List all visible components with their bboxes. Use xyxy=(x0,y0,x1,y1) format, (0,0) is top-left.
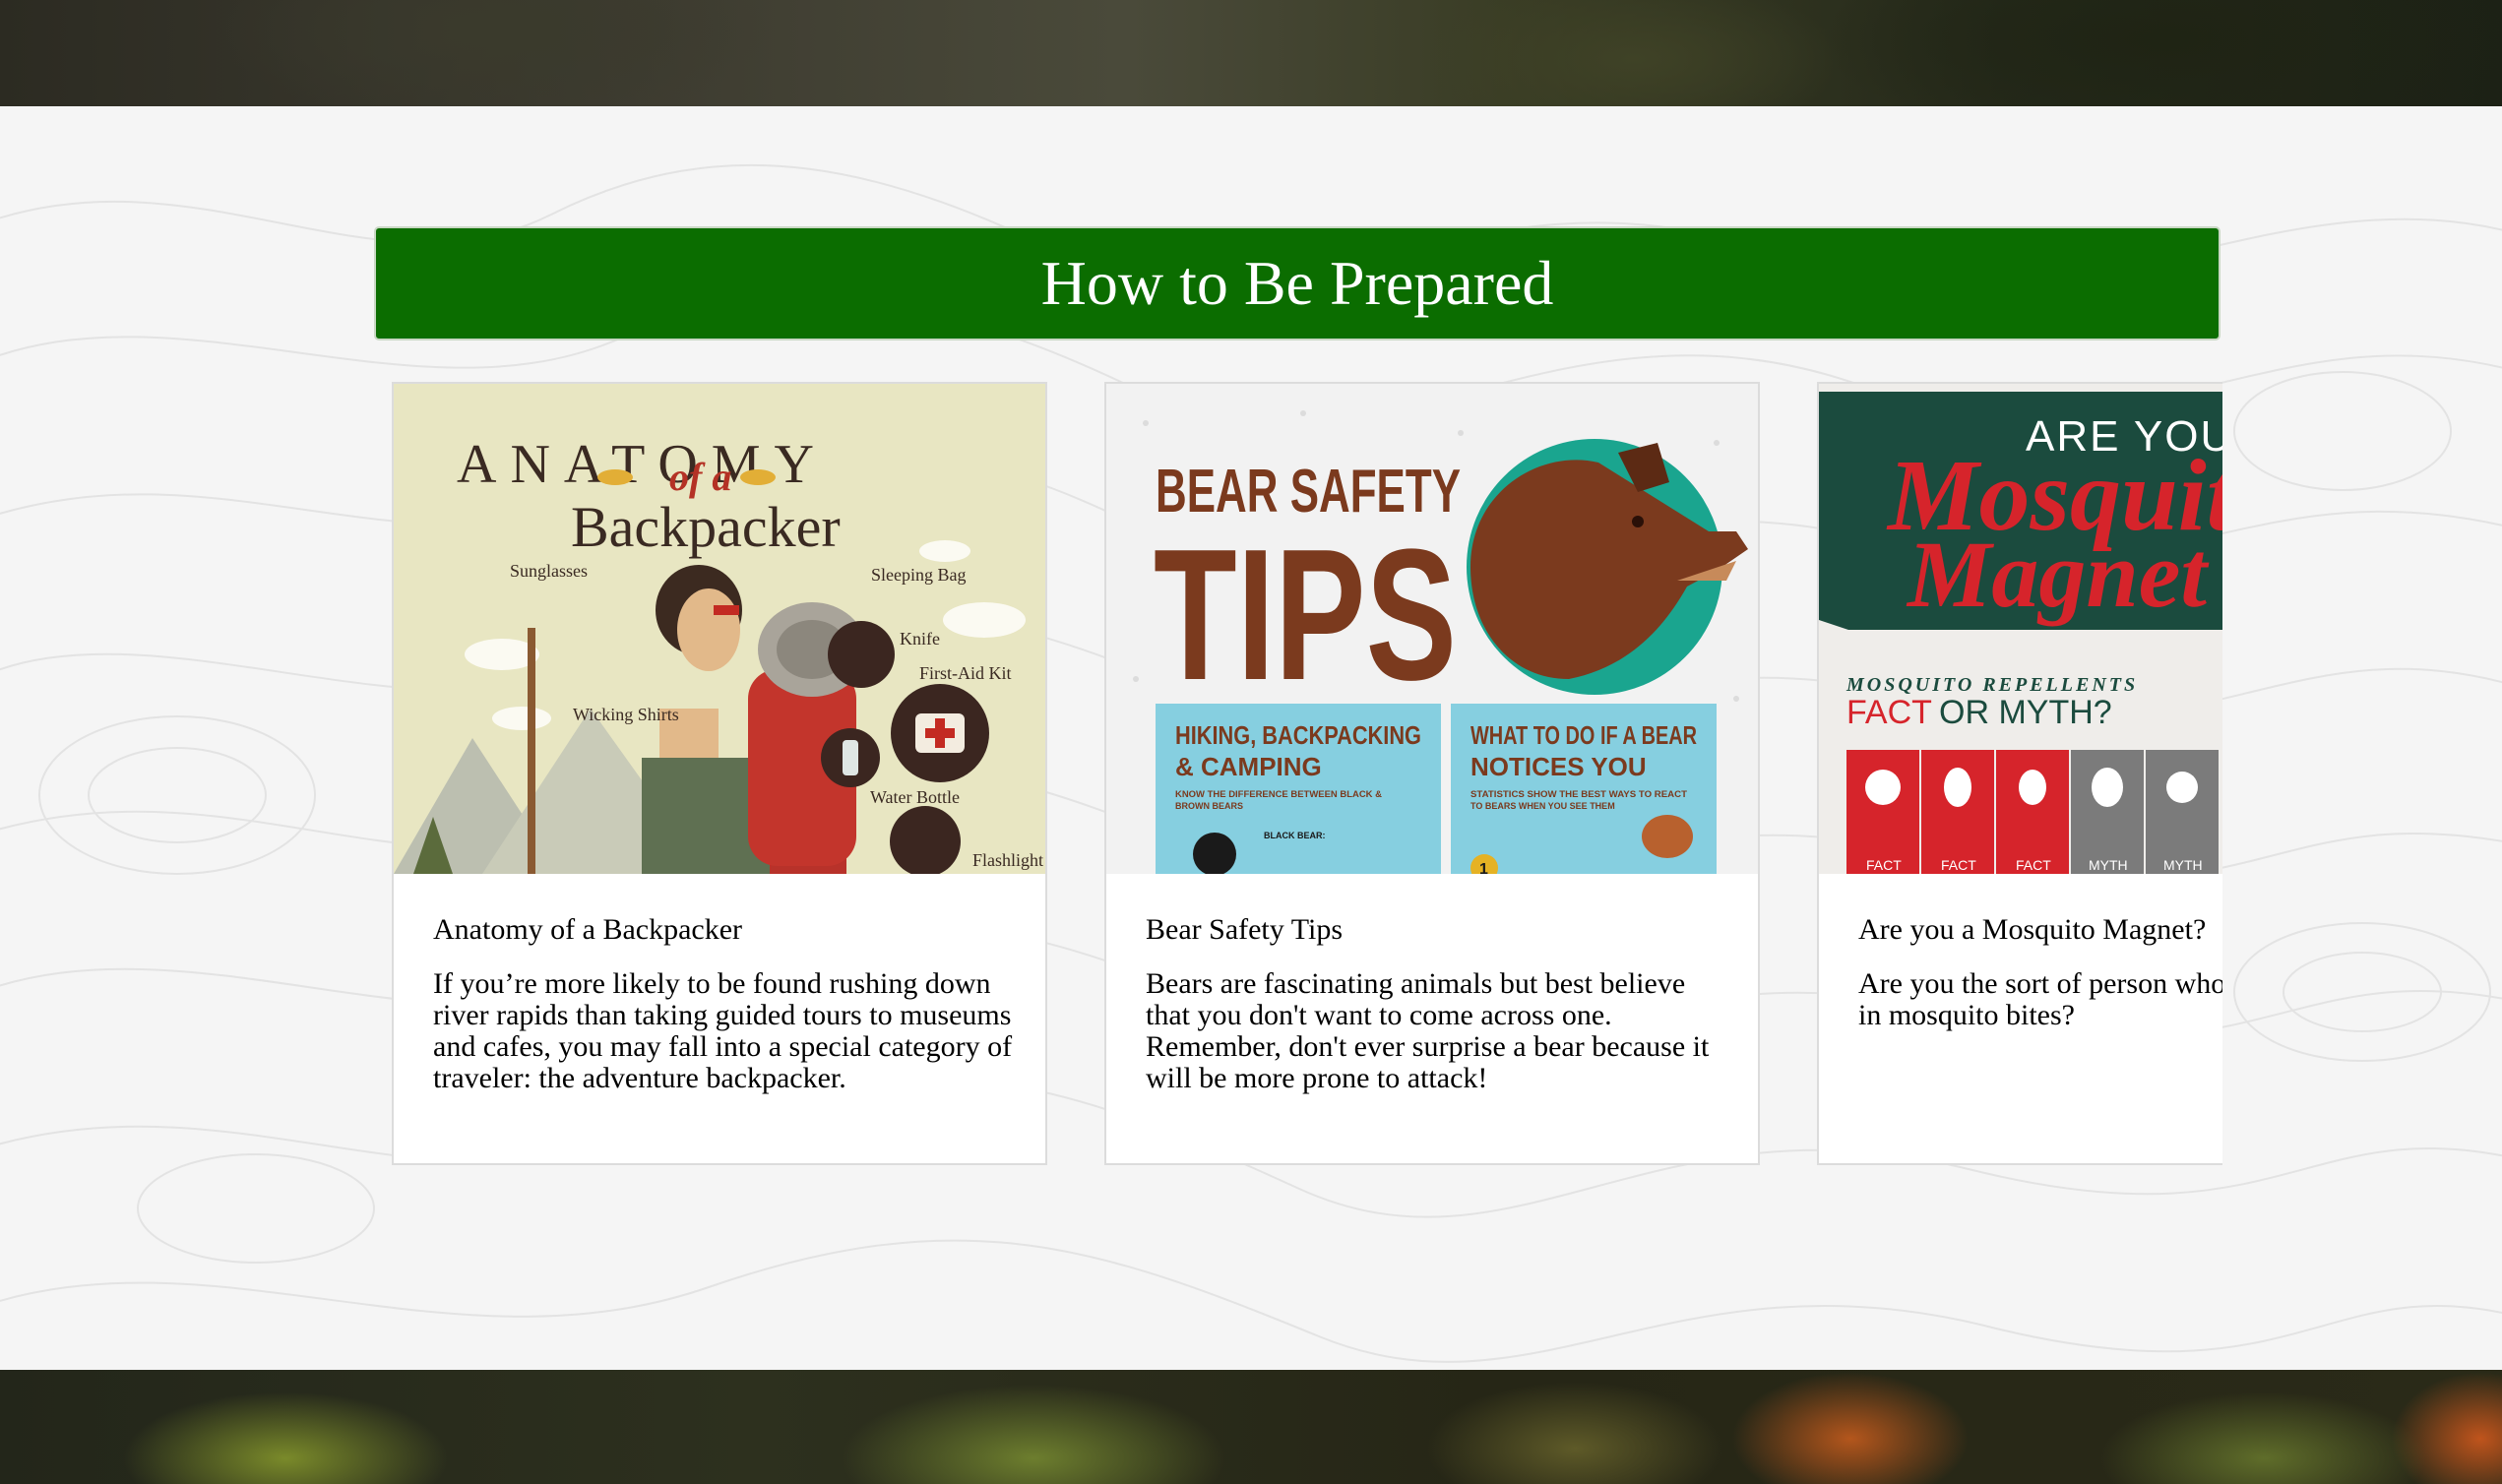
svg-text:Wicking Shirts: Wicking Shirts xyxy=(573,705,679,724)
hero-image-top xyxy=(0,0,2502,106)
svg-text:TO BEARS WHEN YOU SEE THEM: TO BEARS WHEN YOU SEE THEM xyxy=(1470,801,1615,811)
svg-text:Backpacker: Backpacker xyxy=(571,495,841,559)
anatomy-backpacker-image[interactable]: ANATOMY of a Backpacker Sunglasses Sleep… xyxy=(394,384,1045,874)
svg-text:Sleeping Bag: Sleeping Bag xyxy=(871,565,967,585)
svg-text:of a: of a xyxy=(669,455,731,499)
svg-text:TIPS: TIPS xyxy=(1154,511,1457,719)
svg-text:FACT: FACT xyxy=(1846,694,1932,731)
svg-text:Water Bottle: Water Bottle xyxy=(870,787,960,807)
bear-safety-image[interactable]: BEAR SAFETY TIPS HIKING, BACKPACKING & C… xyxy=(1106,384,1758,874)
article-card-mosquito[interactable]: ARE YOU A Mosquito Magnet MOSQUITO REPEL… xyxy=(1817,382,2222,1165)
svg-text:MOSQUITO REPELLENTS: MOSQUITO REPELLENTS xyxy=(1845,674,2138,696)
svg-text:OR MYTH?: OR MYTH? xyxy=(1939,694,2112,731)
article-card-anatomy[interactable]: ANATOMY of a Backpacker Sunglasses Sleep… xyxy=(392,382,1047,1165)
card-description: Bears are fascinating animals but best b… xyxy=(1146,967,1710,1094)
svg-text:Flashlight: Flashlight xyxy=(972,850,1043,870)
svg-text:Sunglasses: Sunglasses xyxy=(510,561,588,581)
svg-text:Knife: Knife xyxy=(900,629,940,649)
svg-text:BROWN BEARS: BROWN BEARS xyxy=(1175,801,1243,811)
image-heading: ANATOMY xyxy=(457,434,828,495)
svg-text:& CAMPING: & CAMPING xyxy=(1175,752,1322,781)
card-title[interactable]: Bear Safety Tips xyxy=(1146,913,1736,947)
svg-text:FACT: FACT xyxy=(1866,857,1902,873)
card-title[interactable]: Anatomy of a Backpacker xyxy=(433,913,1024,947)
svg-text:STATISTICS SHOW THE BEST WAYS: STATISTICS SHOW THE BEST WAYS TO REACT xyxy=(1470,789,1688,799)
card-title[interactable]: Are you a Mosquito Magnet? xyxy=(1858,913,2222,947)
svg-text:1: 1 xyxy=(1479,861,1488,874)
svg-text:Magnet: Magnet xyxy=(1906,522,2210,627)
card-description: If you’re more likely to be found rushin… xyxy=(433,967,1013,1094)
section-title: How to Be Prepared xyxy=(1040,248,1554,318)
svg-text:HIKING, BACKPACKING: HIKING, BACKPACKING xyxy=(1175,720,1421,750)
svg-text:WHAT TO DO IF A BEAR: WHAT TO DO IF A BEAR xyxy=(1470,720,1697,750)
hero-image-bottom xyxy=(0,1370,2502,1484)
section-banner: How to Be Prepared xyxy=(374,226,2221,340)
svg-text:KNOW THE DIFFERENCE BETWEEN BL: KNOW THE DIFFERENCE BETWEEN BLACK & xyxy=(1175,789,1383,799)
svg-text:FACT: FACT xyxy=(2016,857,2051,873)
article-card-bear-safety[interactable]: BEAR SAFETY TIPS HIKING, BACKPACKING & C… xyxy=(1104,382,1760,1165)
mosquito-magnet-image[interactable]: ARE YOU A Mosquito Magnet MOSQUITO REPEL… xyxy=(1819,384,2222,874)
prepared-section: How to Be Prepared ANATOMY of a Backpack… xyxy=(0,106,2502,1370)
svg-text:BLACK BEAR:: BLACK BEAR: xyxy=(1264,831,1326,840)
svg-text:FACT: FACT xyxy=(1941,857,1976,873)
svg-text:MYTH: MYTH xyxy=(2163,857,2203,873)
card-description: Are you the sort of person who is always… xyxy=(1858,967,2222,1031)
article-carousel[interactable]: ANATOMY of a Backpacker Sunglasses Sleep… xyxy=(392,382,2222,1273)
svg-text:First-Aid Kit: First-Aid Kit xyxy=(919,663,1012,683)
svg-text:NOTICES YOU: NOTICES YOU xyxy=(1470,752,1647,781)
svg-text:MYTH: MYTH xyxy=(2089,857,2128,873)
